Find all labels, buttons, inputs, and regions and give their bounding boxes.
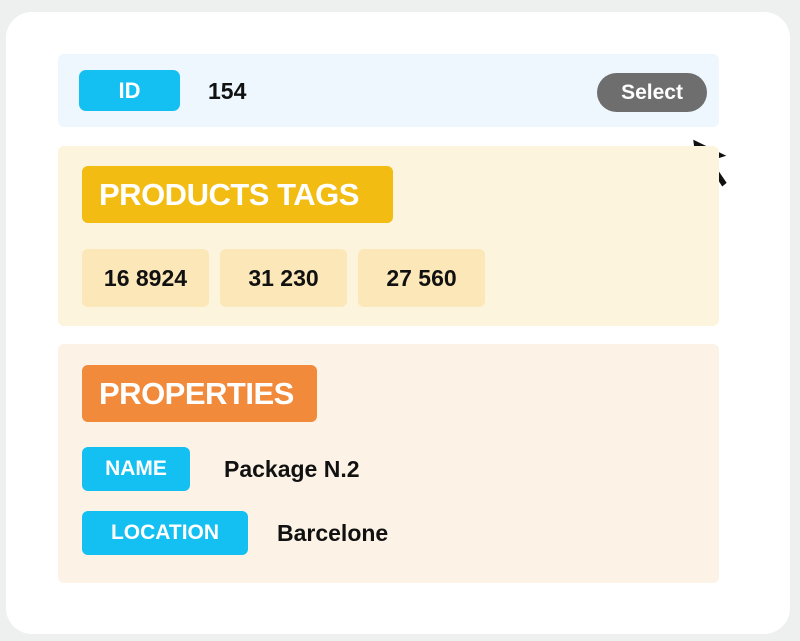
property-value-location: Barcelone [277,519,389,546]
select-button[interactable]: Select [597,73,707,112]
properties-section: PROPERTIES NAME Package N.2 LOCATION Bar… [58,344,719,583]
product-tag[interactable]: 16 8924 [82,249,209,307]
property-row-location: LOCATION Barcelone [82,511,388,555]
property-key-location: LOCATION [82,511,248,555]
product-tag[interactable]: 31 230 [220,249,347,307]
tag-list: 16 8924 31 230 27 560 [82,249,485,307]
property-row-name: NAME Package N.2 [82,447,360,491]
id-value: 154 [208,78,247,104]
products-tags-section: PRODUCTS TAGS 16 8924 31 230 27 560 [58,146,719,326]
id-label-pill: ID [79,70,180,111]
id-row: ID 154 Select [58,54,719,127]
property-key-name: NAME [82,447,190,491]
properties-header: PROPERTIES [82,365,317,422]
product-tag[interactable]: 27 560 [358,249,485,307]
products-tags-header: PRODUCTS TAGS [82,166,393,223]
property-value-name: Package N.2 [224,455,360,482]
